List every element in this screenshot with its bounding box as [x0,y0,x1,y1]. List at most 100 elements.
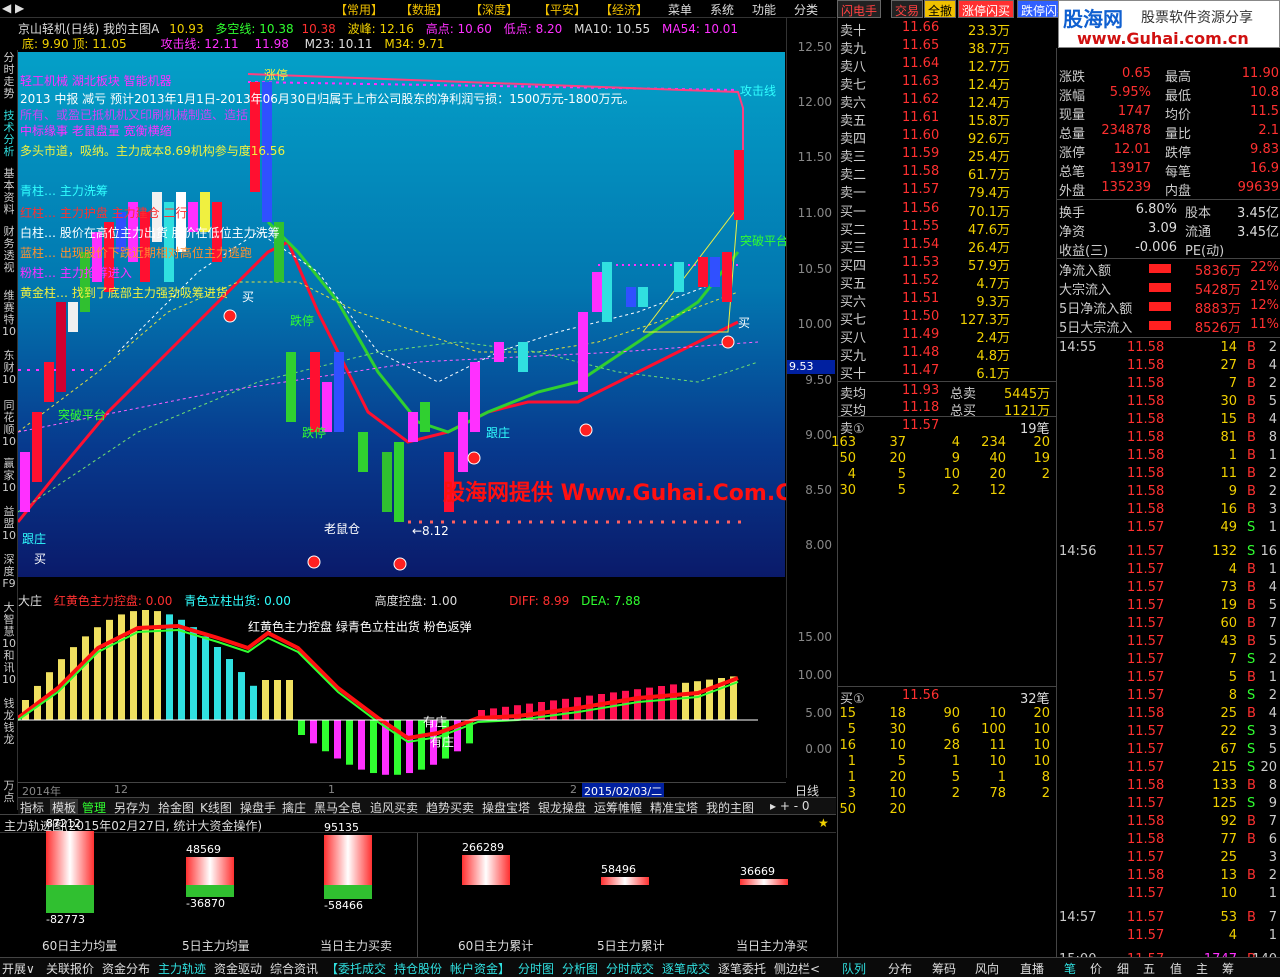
buy-level-row[interactable]: 买六 11.51 9.3万 [838,291,1056,310]
sell-level-row[interactable]: 卖七 11.63 12.4万 [838,74,1056,93]
status-tab[interactable]: 分时图 [518,960,554,977]
panel-tab[interactable]: 筹 [1222,960,1234,977]
sell-level-row[interactable]: 卖二 11.58 61.7万 [838,164,1056,183]
status-tab[interactable]: 开展∨ [2,960,35,977]
panel-tab[interactable]: 队列 [842,960,866,977]
status-tab[interactable]: 分析图 [562,960,598,977]
status-tab[interactable]: 资金分布 [102,960,150,977]
sell-level-row[interactable]: 卖四 11.60 92.6万 [838,128,1056,147]
nav-yingjia[interactable]: 赢家10 [1,458,17,494]
quote-label: 换手 [1059,206,1086,221]
legend-gold: 黄金柱… 找到了底部主力强劲吸筹进货 [20,286,228,300]
nav-tonghuashun[interactable]: 同花顺10 [1,400,17,448]
nav-wandian[interactable]: 万点 [1,780,17,804]
tab-arrows-icon[interactable]: ▸ + - 0 [770,799,810,813]
sell-level-row[interactable]: 卖五 11.61 15.8万 [838,110,1056,129]
menu-system[interactable]: 系统 [710,1,734,18]
breakout-label-left: 突破平台 [58,408,107,422]
nav-basic-info[interactable]: 基本资料 [1,168,17,216]
buy1-count: 32笔 [1020,692,1050,707]
menu-economy[interactable]: 【经济】 [600,1,648,18]
buy-level-row[interactable]: 买三 11.54 26.4万 [838,237,1056,256]
buy-level-row[interactable]: 买八 11.49 2.4万 [838,327,1056,346]
menu-category[interactable]: 分类 [794,1,818,18]
status-tab[interactable]: 逐笔成交 [662,960,710,977]
status-tab[interactable]: 关联报价 [46,960,94,977]
status-tab[interactable]: 综合资讯 [270,960,318,977]
site-logo: 股海网 股票软件资源分享 www.Guhai.com.cn [1058,0,1280,48]
buy-level-row[interactable]: 买二 11.55 47.6万 [838,219,1056,238]
nav-depth-f9[interactable]: 深度F9 [1,554,17,590]
back-arrow-icon[interactable]: ◀ ▶ [2,1,24,15]
tab-limit-up-buy[interactable]: 涨停闪买 [958,0,1015,18]
level-price: 11.61 [902,110,940,125]
panel-tab[interactable]: 主 [1196,960,1208,977]
sub-bar [346,720,353,765]
quote-value: 2.1 [1258,123,1279,138]
nav-hexun[interactable]: 和讯10 [1,650,17,686]
sell-level-row[interactable]: 卖三 11.59 25.4万 [838,146,1056,165]
star-icon[interactable]: ★ [818,816,829,830]
status-tab[interactable]: 侧边栏< [774,960,820,977]
panel-tab[interactable]: 五 [1143,960,1155,977]
menu-data[interactable]: 【数据】 [400,1,448,18]
sell-level-row[interactable]: 卖十 11.66 23.3万 [838,20,1056,39]
status-tab[interactable]: 资金驱动 [214,960,262,977]
flow-label: 大宗流入 [1059,283,1112,298]
status-tab[interactable]: 帐户资金】 [450,960,510,977]
nav-finance[interactable]: 财务透视 [1,226,17,274]
header-low: 低点: 8.20 [503,22,563,36]
nav-weisaite[interactable]: 维赛特10 [1,290,17,338]
candle [592,272,602,312]
trade-side: B [1247,814,1256,829]
panel-tab[interactable]: 分布 [888,960,912,977]
sell-level-row[interactable]: 卖一 11.57 79.4万 [838,182,1056,201]
nav-qianlong2[interactable]: 钱龙 [1,722,17,746]
nav-dongcai[interactable]: 东财10 [1,350,17,386]
sub-indicator-chart[interactable]: 红黄色主力控盘 绿青色立柱出货 粉色返弹 有庄 有庄 [16,608,785,782]
buy-level-row[interactable]: 买十 11.47 6.1万 [838,363,1056,382]
tab-flash[interactable]: 闪电手 [837,0,882,18]
nav-intraday[interactable]: 分时走势 [1,52,17,100]
buy-level-row[interactable]: 买一 11.56 70.1万 [838,201,1056,220]
sell-level-row[interactable]: 卖九 11.65 38.7万 [838,38,1056,57]
nav-technical[interactable]: 技术分析 [1,110,17,158]
panel-tab[interactable]: 直播 [1020,960,1044,977]
buy-level-row[interactable]: 买九 11.48 4.8万 [838,345,1056,364]
status-tab[interactable]: 【委托成交 [326,960,386,977]
panel-tab[interactable]: 价 [1090,960,1102,977]
status-tab[interactable]: 持仓股份 [394,960,442,977]
trade-price: 11.57 [1127,520,1165,535]
sub-cyan-value: 青色立柱出货: 0.00 [184,594,291,608]
queue-cell: 2 [951,786,960,801]
nav-dazhihui[interactable]: 大智慧10 [1,602,17,650]
quote-label: 收益(三) [1059,244,1109,259]
menu-menu[interactable]: 菜单 [668,1,692,18]
panel-tab[interactable]: 笔 [1064,960,1076,977]
main-kline-chart[interactable]: 轻工机械 湖北板块 智能机器 2013 中报 减亏 预计2013年1月1日-20… [18,52,810,577]
status-tab[interactable]: 分时成交 [606,960,654,977]
menu-function[interactable]: 功能 [752,1,776,18]
level-volume: 70.1万 [968,205,1010,220]
trade-side: S [1247,742,1256,757]
tab-trade[interactable]: 交易 [891,0,924,18]
nav-qianlong[interactable]: 钱龙 [1,698,17,722]
buy-level-row[interactable]: 买七 11.50 127.3万 [838,309,1056,328]
nav-yimeng[interactable]: 益盟10 [1,506,17,542]
sell-level-row[interactable]: 卖八 11.64 12.7万 [838,56,1056,75]
panel-tab[interactable]: 细 [1117,960,1129,977]
panel-tab[interactable]: 值 [1170,960,1182,977]
buy-level-row[interactable]: 买四 11.53 57.9万 [838,255,1056,274]
status-tab[interactable]: 逐笔委托 [718,960,766,977]
menu-depth[interactable]: 【深度】 [470,1,518,18]
sell-level-row[interactable]: 卖六 11.62 12.4万 [838,92,1056,111]
tab-cancel-all[interactable]: 全撤 [924,0,957,18]
status-tab[interactable]: 主力轨迹 [158,960,206,977]
panel-tab[interactable]: 风向 [975,960,999,977]
panel-tab[interactable]: 筹码 [932,960,956,977]
level-price: 11.51 [902,291,940,306]
menu-common[interactable]: 【常用】 [335,1,383,18]
menu-pingan[interactable]: 【平安】 [538,1,586,18]
sub-bar [238,672,245,720]
buy-level-row[interactable]: 买五 11.52 4.7万 [838,273,1056,292]
